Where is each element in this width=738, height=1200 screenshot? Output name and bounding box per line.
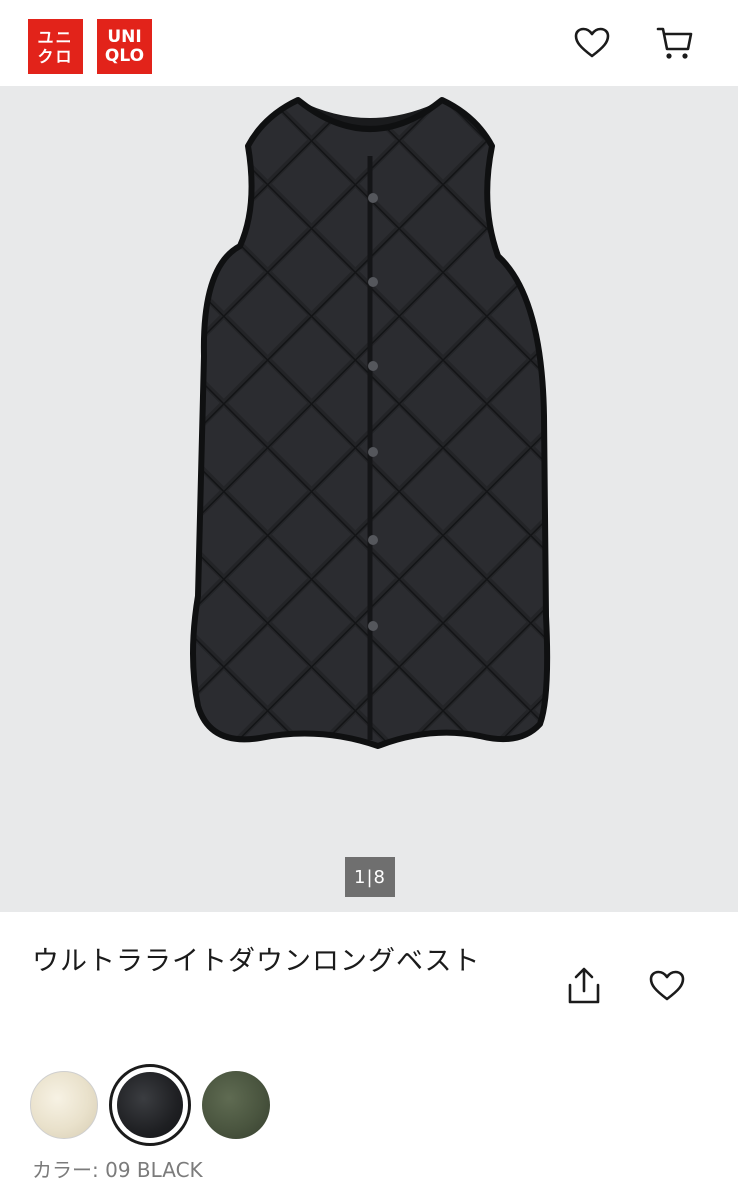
product-title: ウルトラライトダウンロングベスト bbox=[32, 946, 481, 977]
header: ユニ クロ UNI QLO bbox=[0, 0, 738, 86]
cart-button[interactable] bbox=[654, 22, 696, 64]
product-image[interactable] bbox=[0, 86, 738, 912]
color-swatch-black[interactable] bbox=[117, 1072, 183, 1138]
logo-latin-top: UNI bbox=[107, 26, 142, 47]
share-icon bbox=[568, 967, 600, 1004]
add-to-favorites-button[interactable] bbox=[643, 962, 691, 1010]
color-label-value: 09 BLACK bbox=[105, 1158, 203, 1182]
logo-katakana: ユニ クロ bbox=[28, 19, 83, 74]
heart-icon bbox=[574, 27, 610, 58]
heart-icon bbox=[649, 970, 685, 1001]
selected-color-label: カラー: 09 BLACK bbox=[32, 1154, 203, 1183]
cart-icon bbox=[656, 27, 693, 59]
uniqlo-logo[interactable]: ユニ クロ UNI QLO bbox=[28, 19, 152, 74]
logo-latin-bottom: QLO bbox=[104, 45, 145, 66]
vest-image bbox=[190, 97, 551, 749]
color-label-prefix: カラー: bbox=[32, 1158, 99, 1182]
favorites-button[interactable] bbox=[571, 22, 613, 64]
logo-katakana-bottom: クロ bbox=[37, 46, 74, 66]
logo-latin: UNI QLO bbox=[97, 19, 152, 74]
logo-katakana-top: ユニ bbox=[37, 27, 74, 47]
color-swatch-cream[interactable] bbox=[30, 1071, 98, 1139]
image-counter: 1|8 bbox=[345, 857, 395, 897]
share-button[interactable] bbox=[560, 962, 608, 1010]
color-swatch-olive[interactable] bbox=[202, 1071, 270, 1139]
